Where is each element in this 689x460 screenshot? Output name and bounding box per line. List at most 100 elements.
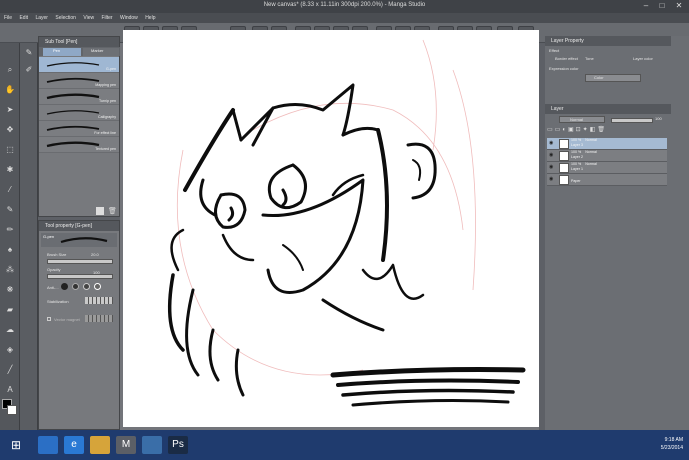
fill-tool-icon[interactable]: ◈ [3,343,17,357]
eye-icon[interactable]: ◉ [549,164,553,170]
anti-alias-none[interactable] [61,283,68,290]
brush-stroke-preview [46,62,100,67]
operation-tool-icon[interactable]: ➤ [3,103,17,117]
layer-row[interactable]: ◉ Paper [547,174,667,186]
anti-alias-medium[interactable] [83,283,90,290]
brush-item[interactable]: Calligraphy [39,105,119,121]
layer-opacity-slider[interactable] [611,118,653,123]
stabilization-slider[interactable] [85,297,113,304]
brush-stroke-preview [46,110,100,115]
menu-edit[interactable]: Edit [19,13,28,23]
layer-row[interactable]: ◉ 100 % Normal Layer 1 [547,162,667,174]
new-layer-icon[interactable]: ▭ [547,127,555,133]
minimize-button[interactable]: – [640,1,652,11]
brush-item[interactable]: Textured pen [39,137,119,153]
brush-preview: G-pen [41,233,117,247]
selection-tool-icon[interactable]: ⬚ [3,143,17,157]
eraser-tool-icon[interactable]: ▰ [3,303,17,317]
eye-icon[interactable]: ◉ [549,176,553,182]
file-explorer-icon[interactable] [90,436,110,454]
text-tool-icon[interactable]: A [3,383,17,397]
decoration-tool-icon[interactable]: ❋ [3,283,17,297]
auto-select-icon[interactable]: ✱ [3,163,17,177]
clip-icon[interactable]: ⊡ [576,127,583,133]
brush-item[interactable]: G-pen [39,57,119,73]
layer-opacity-value[interactable]: 100 [655,116,662,121]
tool-property-panel: Tool property [G-pen] G-pen Brush Size 2… [38,220,120,430]
drawing-canvas[interactable] [123,30,539,427]
delete-subtool-icon[interactable]: 🗑 [108,207,117,215]
subtool-header: Sub Tool [Pen] [39,37,119,47]
eye-icon[interactable]: ◉ [549,140,553,146]
notepad-icon[interactable] [142,436,162,454]
opacity-slider[interactable] [47,274,113,279]
pencil-tool-icon[interactable]: ✏ [3,223,17,237]
menu-help[interactable]: Help [145,13,155,23]
airbrush-tool-icon[interactable]: ⁂ [3,263,17,277]
blend-mode-select[interactable]: Normal [559,116,605,123]
maximize-button[interactable]: □ [656,1,668,11]
sub-color-swatch[interactable] [7,405,17,415]
brush-item[interactable]: For effect line [39,121,119,137]
menu-window[interactable]: Window [120,13,138,23]
internet-explorer-icon[interactable]: e [64,436,84,454]
anti-alias-weak[interactable] [72,283,79,290]
close-button[interactable]: ✕ [673,1,685,11]
pen-tool-icon[interactable]: ✎ [3,203,17,217]
subtool-group-strip: ✎ ✐ [20,43,38,430]
tab-marker[interactable]: Marker [83,48,119,56]
reference-icon[interactable]: ✦ [583,127,590,133]
menu-file[interactable]: File [4,13,12,23]
vector-magnet-checkbox[interactable] [47,317,51,321]
line-tool-icon[interactable]: ╱ [3,363,17,377]
brush-stroke-preview [46,93,100,100]
brush-size-value[interactable]: 20.0 [91,252,99,257]
brush-size-slider[interactable] [47,259,113,264]
layer-opacity-mode [571,174,575,178]
start-button[interactable]: ⊞ [6,436,26,454]
layer-color-button[interactable]: Layer color [633,56,653,61]
vector-magnet-slider[interactable] [85,315,113,322]
marker-group-icon[interactable]: ✐ [22,63,36,77]
brush-stroke-preview [46,141,100,148]
anti-alias-strong[interactable] [94,283,101,290]
brush-item[interactable]: Mapping pen [39,73,119,89]
anti-aliasing-label: Anti-... [47,285,59,290]
layer-thumbnail [559,175,569,185]
cartoon-drawing [167,39,526,407]
menu-view[interactable]: View [83,13,94,23]
tone-button[interactable]: Tone [585,56,594,61]
menu-filter[interactable]: Filter [101,13,112,23]
title-bar: New canvas* (8.33 x 11.11in 300dpi 200.0… [0,0,689,13]
system-clock[interactable]: 9:18 AM 5/23/2014 [661,436,683,452]
brush-item-label: Turnip pen [98,99,116,103]
opacity-label: Opacity [47,267,61,272]
brush-item[interactable]: Turnip pen [39,89,119,105]
layer-percent: 100 % [571,150,582,154]
expression-color-select[interactable]: Color [585,74,641,82]
border-effect-button[interactable]: Border effect [555,56,578,61]
delete-layer-icon[interactable]: 🗑 [597,127,607,133]
pen-group-icon[interactable]: ✎ [22,46,36,60]
windows-store-icon[interactable] [38,436,58,454]
manga-studio-icon[interactable]: M [116,436,136,454]
right-panel: Layer Property Effect Border effect Tone… [545,36,689,430]
blend-tool-icon[interactable]: ☁ [3,323,17,337]
window-title: New canvas* (8.33 x 11.11in 300dpi 200.0… [263,2,426,8]
tool-strip: ⌕ ✋ ➤ ✥ ⬚ ✱ ⁄ ✎ ✏ ♠ ⁂ ❋ ▰ ☁ ◈ ╱ A ✎ [0,43,20,430]
menu-selection[interactable]: Selection [55,13,76,23]
eye-icon[interactable]: ◉ [549,152,553,158]
tab-pen[interactable]: Pen [43,48,81,56]
hand-tool-icon[interactable]: ✋ [3,83,17,97]
photoshop-icon[interactable]: Ps [168,436,188,454]
zoom-tool-icon[interactable]: ⌕ [3,63,17,77]
create-subtool-icon[interactable] [96,207,104,215]
menu-layer[interactable]: Layer [35,13,48,23]
layer-row[interactable]: ◉ 100 % Normal Layer 3 [547,138,667,150]
eyedropper-tool-icon[interactable]: ⁄ [3,183,17,197]
lock-icon[interactable]: ▣ [568,127,576,133]
move-tool-icon[interactable]: ✥ [3,123,17,137]
brush-tool-icon[interactable]: ♠ [3,243,17,257]
taskbar: ⊞ e M Ps 9:18 AM 5/23/2014 [0,430,689,460]
layer-row[interactable]: ◉ 100 % Normal Layer 2 [547,150,667,162]
